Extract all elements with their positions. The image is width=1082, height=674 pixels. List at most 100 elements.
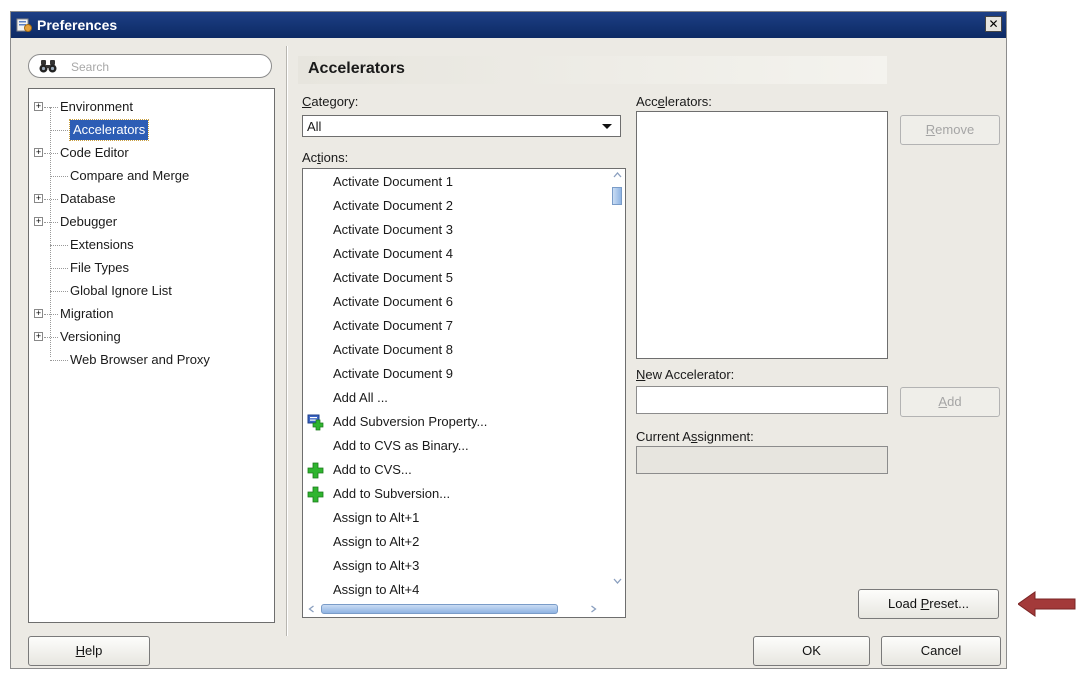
expand-icon[interactable]: + <box>34 148 43 157</box>
action-list-item[interactable]: Activate Document 1 <box>303 170 603 194</box>
tree-connector <box>44 337 58 338</box>
help-label-rest: elp <box>85 643 103 658</box>
search-input[interactable] <box>69 58 263 76</box>
accelerators-label-rest: lerators: <box>664 94 712 109</box>
accelerators-label: Accelerators: <box>636 94 712 109</box>
actions-label-pre: Ac <box>302 150 318 165</box>
action-list-item[interactable]: Add to CVS... <box>303 458 603 482</box>
tree-connector <box>50 176 68 177</box>
scroll-down-icon[interactable] <box>613 577 622 585</box>
ok-button[interactable]: OK <box>753 636 870 666</box>
tree-item[interactable]: Extensions <box>29 234 269 256</box>
add-label: dd <box>947 394 962 409</box>
expand-icon[interactable]: + <box>34 217 43 226</box>
action-label: Activate Document 3 <box>333 222 453 237</box>
actions-label: Actions: <box>302 150 348 165</box>
action-label: Assign to Alt+3 <box>333 558 420 573</box>
accelerators-list[interactable] <box>636 111 888 359</box>
action-label: Assign to Alt+1 <box>333 510 420 525</box>
tree-item[interactable]: + Migration <box>29 303 269 325</box>
action-list-item[interactable]: Activate Document 6 <box>303 290 603 314</box>
action-list-item[interactable]: Activate Document 7 <box>303 314 603 338</box>
tree-connector <box>50 268 68 269</box>
action-label: Assign to Alt+4 <box>333 582 420 597</box>
remove-label: emove <box>935 122 975 137</box>
action-label: Activate Document 1 <box>333 174 453 189</box>
action-list-item[interactable]: Add All ... <box>303 386 603 410</box>
load-preset-mnemonic: P <box>920 596 930 611</box>
tree-item[interactable]: + Environment <box>29 96 269 118</box>
cancel-button[interactable]: Cancel <box>881 636 1001 666</box>
action-list-item[interactable]: Assign to Alt+4 <box>303 578 603 602</box>
new-accelerator-label-text: ew Accelerator: <box>645 367 735 382</box>
tree-item[interactable]: Compare and Merge <box>29 165 269 187</box>
action-label: Activate Document 9 <box>333 366 453 381</box>
tree-item-label: Migration <box>60 306 114 321</box>
tree-item[interactable]: Global Ignore List <box>29 280 269 302</box>
tree-item[interactable]: Web Browser and Proxy <box>29 349 269 371</box>
action-label: Activate Document 8 <box>333 342 453 357</box>
tree-item[interactable]: + Code Editor <box>29 142 269 164</box>
action-label: Activate Document 5 <box>333 270 453 285</box>
horizontal-scrollbar[interactable] <box>303 601 625 617</box>
action-list-item[interactable]: Activate Document 2 <box>303 194 603 218</box>
scroll-up-icon[interactable] <box>613 171 622 179</box>
action-label: Activate Document 4 <box>333 246 453 261</box>
close-icon: ✕ <box>988 17 999 31</box>
category-label-text: ategory: <box>311 94 359 109</box>
expand-icon[interactable]: + <box>34 332 43 341</box>
tree-connector <box>50 360 68 361</box>
action-list-item[interactable]: Add to CVS as Binary... <box>303 434 603 458</box>
search-field[interactable] <box>28 54 272 78</box>
help-button[interactable]: Help <box>28 636 150 666</box>
action-list-item[interactable]: Activate Document 4 <box>303 242 603 266</box>
action-list-item[interactable]: Assign to Alt+3 <box>303 554 603 578</box>
accelerators-label-pre: Acc <box>636 94 658 109</box>
tree-item[interactable]: + Versioning <box>29 326 269 348</box>
accelerators-mnemonic: e <box>657 94 665 109</box>
action-label: Add to CVS as Binary... <box>333 438 469 453</box>
action-list-item[interactable]: Activate Document 5 <box>303 266 603 290</box>
horizontal-scroll-thumb[interactable] <box>321 604 558 614</box>
scroll-right-icon[interactable] <box>590 605 597 613</box>
window-title: Preferences <box>37 17 118 33</box>
vertical-scroll-thumb[interactable] <box>612 187 622 205</box>
new-accelerator-input[interactable] <box>637 387 887 413</box>
action-label: Activate Document 7 <box>333 318 453 333</box>
category-select[interactable]: All <box>302 115 621 137</box>
action-list-item[interactable]: Activate Document 8 <box>303 338 603 362</box>
page-title: Accelerators <box>308 60 405 77</box>
action-list-item[interactable]: Add to Subversion... <box>303 482 603 506</box>
actions-list[interactable]: Activate Document 1 Activate Document 2 Ac… <box>302 168 626 618</box>
tree-connector <box>44 199 58 200</box>
scroll-left-icon[interactable] <box>308 605 315 613</box>
action-list-item[interactable]: Assign to Alt+2 <box>303 530 603 554</box>
action-list-item[interactable]: Assign to Alt+1 <box>303 506 603 530</box>
remove-button[interactable]: Remove <box>900 115 1000 145</box>
add-button[interactable]: Add <box>900 387 1000 417</box>
preferences-tree[interactable]: + Environment Accelerators + Code Editor Comp… <box>28 88 275 623</box>
binoculars-icon <box>39 60 57 73</box>
tree-item-label: Web Browser and Proxy <box>70 352 210 367</box>
tree-item[interactable]: Accelerators <box>29 119 269 141</box>
current-assignment-value <box>637 447 887 473</box>
load-preset-button[interactable]: Load Preset... <box>858 589 999 619</box>
expand-icon[interactable]: + <box>34 102 43 111</box>
vertical-scrollbar[interactable] <box>610 169 625 587</box>
callout-arrow-icon <box>1018 591 1076 617</box>
tree-item[interactable]: + Database <box>29 188 269 210</box>
actions-label-rest: ions: <box>320 150 349 165</box>
action-list-item[interactable]: Activate Document 3 <box>303 218 603 242</box>
expand-icon[interactable]: + <box>34 309 43 318</box>
title-bar[interactable]: Preferences ✕ <box>11 12 1006 38</box>
splitter[interactable] <box>286 46 288 636</box>
new-accelerator-field[interactable] <box>636 386 888 414</box>
tree-item[interactable]: + Debugger <box>29 211 269 233</box>
expand-icon[interactable]: + <box>34 194 43 203</box>
action-list-item[interactable]: Add Subversion Property... <box>303 410 603 434</box>
action-list-item[interactable]: Activate Document 9 <box>303 362 603 386</box>
current-assignment-label-pre: Current A <box>636 429 691 444</box>
new-accelerator-mnemonic: N <box>636 367 646 382</box>
close-button[interactable]: ✕ <box>985 16 1002 32</box>
tree-item[interactable]: File Types <box>29 257 269 279</box>
